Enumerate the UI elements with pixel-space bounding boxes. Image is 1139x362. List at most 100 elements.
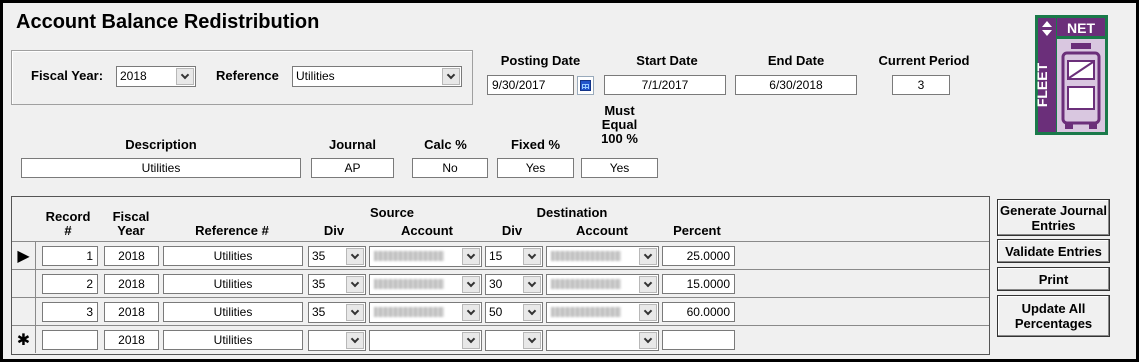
current-row-indicator[interactable]: ▶ [12,242,36,269]
current-period-label: Current Period [878,53,970,68]
posting-date-field[interactable]: 9/30/2017 [487,75,574,95]
chevron-down-icon[interactable] [442,68,460,85]
source-account-select[interactable] [369,302,482,323]
fiscal-year-cell[interactable]: 2018 [104,274,159,294]
source-account-select[interactable] [369,246,482,267]
redacted-account [374,307,444,317]
col-header-source-group: Source [369,205,415,220]
reference-select[interactable]: Utilities [292,66,462,87]
chevron-down-icon[interactable] [639,332,657,349]
dest-div-select[interactable]: 15 [485,246,543,267]
dest-div-select[interactable]: 50 [485,302,543,323]
table-row[interactable]: 2 2018 Utilities 35 30 15.0000 [12,269,989,297]
percent-cell[interactable] [662,330,735,350]
chevron-down-icon[interactable] [462,276,480,293]
chevron-down-icon[interactable] [346,248,364,265]
validate-entries-button[interactable]: Validate Entries [997,239,1110,263]
fixed-percent-label: Fixed % [510,137,561,152]
record-cell[interactable]: 2 [42,274,98,294]
table-row[interactable]: ▶ 1 2018 Utilities 35 15 25.0000 [12,241,989,269]
chevron-down-icon[interactable] [462,248,480,265]
col-header-percent: Percent [673,223,721,238]
current-period-field[interactable]: 3 [892,75,950,95]
reference-cell[interactable]: Utilities [163,302,303,322]
start-date-label: Start Date [636,53,698,68]
source-div-select[interactable]: 35 [308,302,366,323]
percent-cell[interactable]: 15.0000 [662,274,735,294]
must-equal-field[interactable]: Yes [581,158,658,178]
chevron-down-icon[interactable] [639,304,657,321]
chevron-down-icon[interactable] [523,248,541,265]
chevron-down-icon[interactable] [176,68,194,85]
new-record-row[interactable]: ✱ 2018 Utilities [12,325,989,353]
chevron-down-icon[interactable] [523,304,541,321]
chevron-down-icon[interactable] [639,276,657,293]
record-cell[interactable]: 1 [42,246,98,266]
chevron-down-icon[interactable] [523,332,541,349]
chevron-down-icon[interactable] [346,304,364,321]
source-account-select[interactable] [369,330,482,351]
chevron-down-icon[interactable] [462,332,480,349]
description-field[interactable]: Utilities [21,158,301,178]
col-header-reference: Reference # [195,223,269,238]
reference-cell[interactable]: Utilities [163,330,303,350]
start-date-field[interactable]: 7/1/2017 [604,75,726,95]
source-account-select[interactable] [369,274,482,295]
chevron-down-icon[interactable] [523,276,541,293]
chevron-down-icon[interactable] [462,304,480,321]
percent-cell[interactable]: 25.0000 [662,246,735,266]
calendar-button[interactable] [577,76,594,95]
source-div-select[interactable]: 35 [308,274,366,295]
fiscal-year-value: 2018 [120,69,147,83]
chevron-down-icon[interactable] [346,276,364,293]
must-equal-label-line3: 100 % [601,131,638,146]
record-cell[interactable] [42,330,98,350]
fiscal-year-cell[interactable]: 2018 [104,302,159,322]
description-label: Description [125,137,197,152]
dest-account-select[interactable] [546,302,659,323]
col-header-fiscal-2: Year [117,223,145,238]
col-header-destination-group: Destination [536,205,608,220]
reference-label: Reference [216,68,279,83]
col-header-record-1: Record [45,209,91,224]
update-all-percentages-button[interactable]: Update All Percentages [997,295,1110,337]
calc-percent-field[interactable]: No [412,158,488,178]
print-button[interactable]: Print [997,267,1110,291]
source-div-value: 35 [312,277,326,291]
reference-cell[interactable]: Utilities [163,246,303,266]
dest-div-value: 30 [489,277,503,291]
redacted-account [374,279,444,289]
chevron-down-icon[interactable] [639,248,657,265]
fiscal-year-cell[interactable]: 2018 [104,330,159,350]
record-cell[interactable]: 3 [42,302,98,322]
col-header-dest-div: Div [501,223,523,238]
chevron-down-icon[interactable] [346,332,364,349]
generate-journal-entries-button[interactable]: Generate Journal Entries [997,199,1110,236]
fixed-percent-field[interactable]: Yes [497,158,574,178]
percent-cell[interactable]: 60.0000 [662,302,735,322]
new-row-indicator[interactable]: ✱ [12,326,36,353]
journal-field[interactable]: AP [311,158,394,178]
end-date-label: End Date [767,53,825,68]
reference-value: Utilities [296,69,335,83]
dest-div-select[interactable] [485,330,543,351]
end-date-field[interactable]: 6/30/2018 [735,75,857,95]
row-selector[interactable] [12,298,36,325]
calendar-icon [580,80,591,91]
source-div-select[interactable]: 35 [308,246,366,267]
redacted-account [551,307,621,317]
dest-account-select[interactable] [546,246,659,267]
calc-percent-label: Calc % [424,137,467,152]
row-selector[interactable] [12,270,36,297]
table-row[interactable]: 3 2018 Utilities 35 50 60.0000 [12,297,989,325]
dest-account-select[interactable] [546,330,659,351]
posting-date-label: Posting Date [500,53,581,68]
col-header-source-div: Div [323,223,345,238]
dest-account-select[interactable] [546,274,659,295]
reference-cell[interactable]: Utilities [163,274,303,294]
dest-div-select[interactable]: 30 [485,274,543,295]
fiscal-year-cell[interactable]: 2018 [104,246,159,266]
fleetnet-logo-icon: NET FLEET [1034,15,1108,135]
source-div-select[interactable] [308,330,366,351]
fiscal-year-select[interactable]: 2018 [116,66,196,87]
